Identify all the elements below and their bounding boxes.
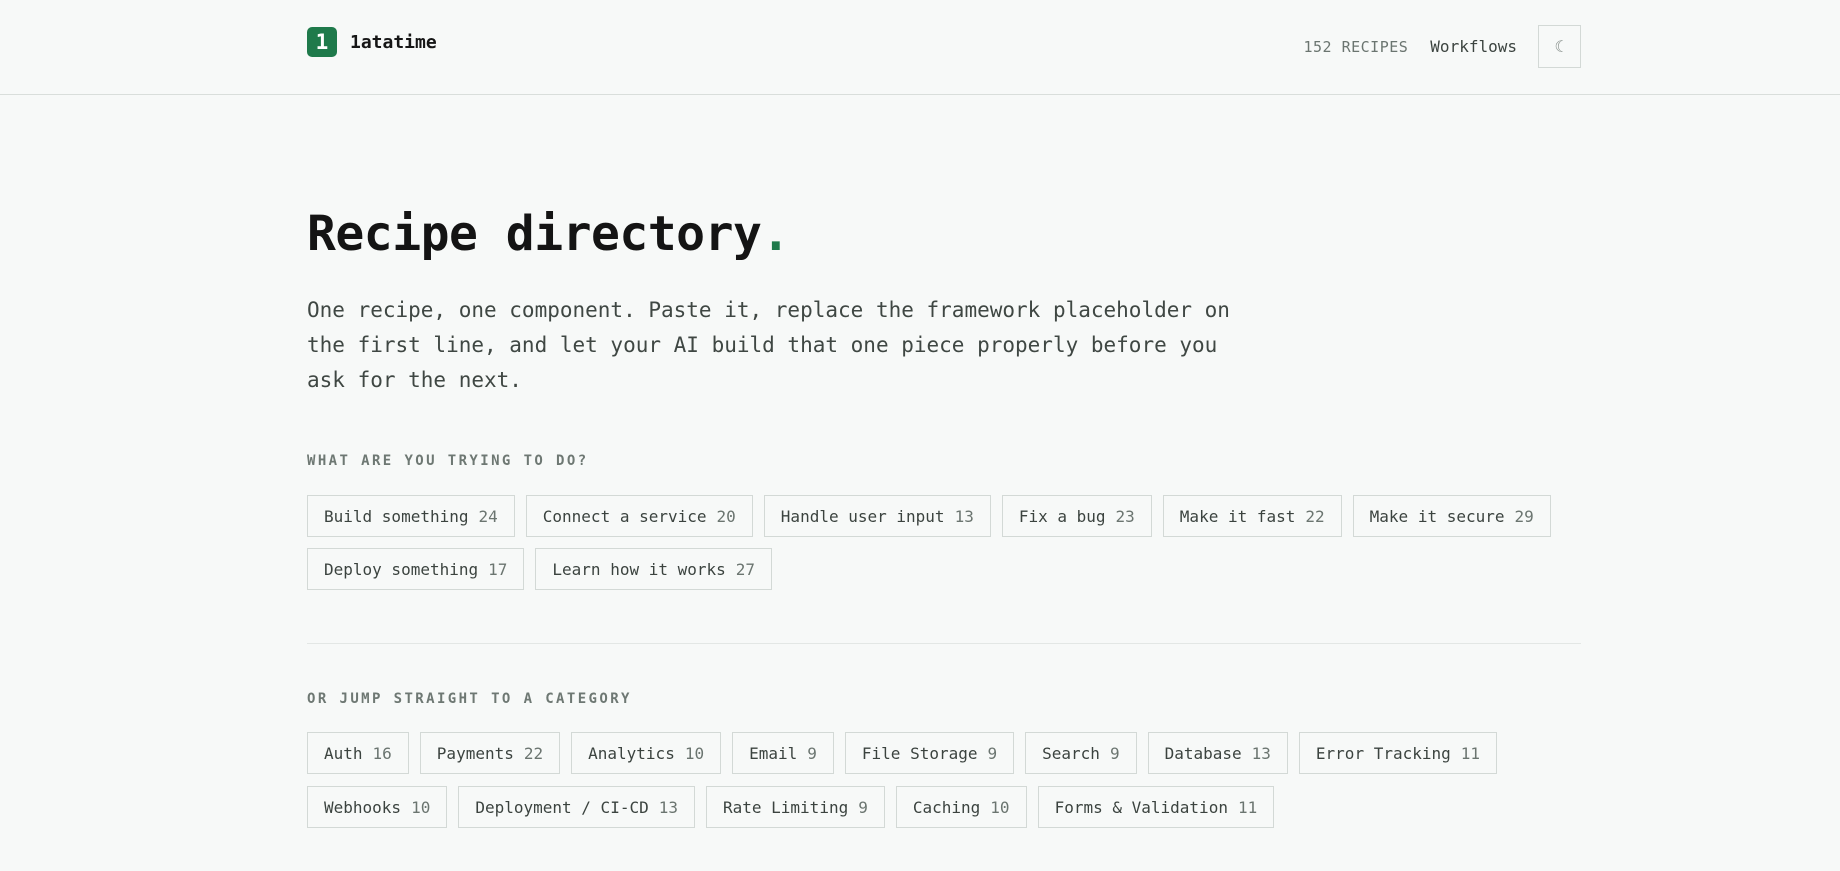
brand-link[interactable]: 1 1atatime <box>307 27 437 57</box>
category-chip-deployment-ci-cd[interactable]: Deployment / CI-CD 13 <box>458 786 695 828</box>
category-chip-caching[interactable]: Caching 10 <box>895 786 1027 828</box>
intent-chip-make-it-fast[interactable]: Make it fast 22 <box>1162 495 1342 537</box>
chip-count: 20 <box>716 506 736 526</box>
category-chip-database[interactable]: Database 13 <box>1147 732 1288 774</box>
chip-label: File Storage <box>861 743 978 763</box>
chip-count: 9 <box>807 743 817 763</box>
intent-chip-connect-a-service[interactable]: Connect a service 20 <box>525 495 753 537</box>
chip-count: 9 <box>987 743 998 763</box>
chip-count: 16 <box>372 743 392 763</box>
section-divider <box>307 643 1581 644</box>
chip-label: Make it fast <box>1179 506 1296 526</box>
chip-label: Fix a bug <box>1018 506 1106 526</box>
chip-label: Deploy something <box>324 559 479 579</box>
chip-label: Connect a service <box>542 506 707 526</box>
category-chip-row: Webhooks 10 Deployment / CI-CD 13 Rate Lim… <box>307 786 1275 828</box>
header-nav: 152 RECIPES Workflows ☾ <box>1303 25 1581 68</box>
chip-label: Email <box>749 743 798 763</box>
chip-label: Deployment / CI-CD <box>475 797 649 817</box>
category-chip-analytics[interactable]: Analytics 10 <box>571 732 722 774</box>
chip-count: 11 <box>1460 743 1481 763</box>
chip-count: 10 <box>990 797 1010 817</box>
intent-chip-make-it-secure[interactable]: Make it secure 29 <box>1352 495 1551 537</box>
recipe-count-link[interactable]: 152 RECIPES <box>1303 38 1408 56</box>
top-navigation-bar: 1 1atatime 152 RECIPES Workflows ☾ <box>0 0 1840 95</box>
moon-icon: ☾ <box>1554 37 1565 56</box>
intent-chip-row: Build something 24 Connect a service 20 Ha… <box>307 495 1551 537</box>
chip-count: 13 <box>658 797 678 817</box>
chip-count: 22 <box>1305 506 1325 526</box>
logo-icon: 1 <box>307 27 337 57</box>
chip-label: Caching <box>912 797 981 817</box>
chip-label: Webhooks <box>324 797 402 817</box>
intent-chip-handle-user-input[interactable]: Handle user input 13 <box>763 495 991 537</box>
intent-section-label: WHAT ARE YOU TRYING TO DO? <box>307 453 589 469</box>
chip-count: 9 <box>1109 743 1120 763</box>
chip-count: 9 <box>858 797 868 817</box>
chip-label: Build something <box>324 506 469 526</box>
intent-chip-learn-how-it-works[interactable]: Learn how it works 27 <box>535 548 773 590</box>
chip-label: Database <box>1164 743 1242 763</box>
intent-chip-fix-a-bug[interactable]: Fix a bug 23 <box>1001 495 1152 537</box>
chip-label: Learn how it works <box>552 559 726 579</box>
chip-count: 23 <box>1115 506 1135 526</box>
chip-count: 13 <box>954 506 974 526</box>
category-chip-error-tracking[interactable]: Error Tracking 11 <box>1298 732 1498 774</box>
theme-toggle-button[interactable]: ☾ <box>1538 25 1581 68</box>
title-accent-dot: . <box>761 206 790 262</box>
chip-count: 13 <box>1251 743 1271 763</box>
chip-count: 11 <box>1237 797 1258 817</box>
workflows-link[interactable]: Workflows <box>1430 37 1517 56</box>
intent-chip-deploy-something[interactable]: Deploy something 17 <box>307 548 525 590</box>
chip-label: Payments <box>436 743 514 763</box>
chip-label: Make it secure <box>1369 506 1505 526</box>
chip-label: Auth <box>324 743 363 763</box>
chip-label: Error Tracking <box>1315 743 1451 763</box>
chip-label: Forms & Validation <box>1054 797 1228 817</box>
chip-label: Rate Limiting <box>722 797 849 817</box>
category-chip-auth[interactable]: Auth 16 <box>307 732 409 774</box>
chip-count: 29 <box>1514 506 1534 526</box>
chip-count: 10 <box>411 797 431 817</box>
chip-count: 17 <box>488 559 508 579</box>
page-title-text: Recipe directory <box>307 206 762 262</box>
category-chip-rate-limiting[interactable]: Rate Limiting 9 <box>705 786 885 828</box>
page-title: Recipe directory. <box>307 206 790 262</box>
category-section-label: OR JUMP STRAIGHT TO A CATEGORY <box>307 691 632 707</box>
chip-count: 27 <box>735 559 756 579</box>
category-chip-file-storage[interactable]: File Storage 9 <box>844 732 1015 774</box>
category-chip-email[interactable]: Email 9 <box>732 732 834 774</box>
chip-count: 24 <box>478 506 498 526</box>
intent-chip-row: Deploy something 17 Learn how it works 27 <box>307 548 773 590</box>
page-description: One recipe, one component. Paste it, rep… <box>307 298 1230 392</box>
category-chip-search[interactable]: Search 9 <box>1025 732 1137 774</box>
chip-count: 10 <box>684 743 705 763</box>
category-chip-payments[interactable]: Payments 22 <box>419 732 561 774</box>
chip-label: Analytics <box>588 743 675 763</box>
brand-name: 1atatime <box>350 31 437 53</box>
category-chip-webhooks[interactable]: Webhooks 10 <box>307 786 448 828</box>
chip-count: 22 <box>523 743 544 763</box>
chip-label: Handle user input <box>780 506 945 526</box>
intent-chip-build-something[interactable]: Build something 24 <box>307 495 515 537</box>
category-chip-row: Auth 16 Payments 22 Analytics 10 Email 9 Fil… <box>307 732 1498 774</box>
chip-label: Search <box>1042 743 1100 763</box>
category-chip-forms-validation[interactable]: Forms & Validation 11 <box>1037 786 1275 828</box>
